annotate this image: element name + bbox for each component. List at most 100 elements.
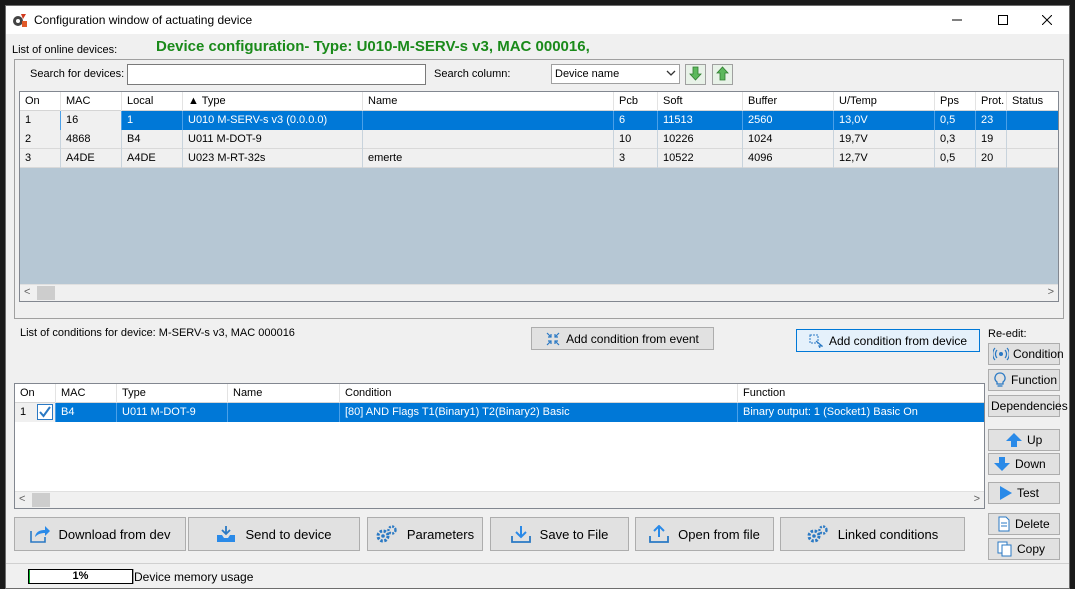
devices-horizontal-scrollbar[interactable]: < > (20, 284, 1058, 301)
edit-function-button[interactable]: Function (988, 369, 1060, 391)
search-column-label: Search column: (434, 68, 511, 80)
edit-condition-button[interactable]: Condition (988, 343, 1064, 365)
conditions-grid-header: On MAC Type Name Condition Function (15, 384, 984, 403)
dependencies-button[interactable]: Dependencies (988, 395, 1068, 417)
cell-on: 1 (15, 403, 56, 422)
column-header[interactable]: Pcb (614, 92, 658, 111)
checkbox-checked-icon[interactable] (37, 404, 53, 422)
column-header[interactable]: Soft (658, 92, 743, 111)
memory-usage-label: Device memory usage (134, 570, 254, 584)
search-label: Search for devices: (30, 68, 125, 80)
linked-conditions-button[interactable]: Linked conditions (780, 517, 965, 551)
scroll-left-icon[interactable]: < (24, 286, 30, 298)
config-window: Configuration window of actuating device… (5, 5, 1070, 589)
cell-utemp: 19,7V (834, 130, 935, 149)
dependencies-label: Dependencies (991, 399, 1068, 413)
copy-icon (997, 541, 1013, 557)
column-header[interactable]: Function (738, 384, 984, 403)
cell-utemp: 13,0V (834, 111, 935, 130)
column-header[interactable]: On (20, 92, 61, 111)
column-header[interactable]: Type (117, 384, 228, 403)
scroll-thumb[interactable] (32, 493, 50, 507)
column-header[interactable]: Status (1007, 92, 1058, 111)
conditions-horizontal-scrollbar[interactable]: < > (15, 491, 984, 508)
column-header[interactable]: ▲ Type (183, 92, 363, 111)
column-header[interactable]: MAC (56, 384, 117, 403)
copy-button[interactable]: Copy (988, 538, 1060, 560)
cell-mac: 4868 (61, 130, 122, 149)
close-button[interactable] (1024, 6, 1070, 34)
column-header[interactable]: On (15, 384, 56, 403)
column-header[interactable]: Buffer (743, 92, 834, 111)
window-title: Configuration window of actuating device (34, 13, 253, 27)
cell-prot: 19 (976, 130, 1007, 149)
scroll-right-icon[interactable]: > (1048, 286, 1054, 298)
delete-button[interactable]: Delete (988, 513, 1060, 535)
column-header[interactable]: Local (122, 92, 183, 111)
cell-status (1007, 149, 1058, 168)
open-from-file-button[interactable]: Open from file (635, 517, 774, 551)
column-header[interactable]: U/Temp (834, 92, 935, 111)
upload-tray-icon (649, 525, 670, 543)
table-row[interactable]: 1 16 1 U010 M-SERV-s v3 (0.0.0.0) 6 1151… (20, 111, 1058, 130)
save-to-file-button[interactable]: Save to File (490, 517, 629, 551)
cell-pcb: 6 (614, 111, 658, 130)
cell-local: A4DE (122, 149, 183, 168)
lightbulb-icon (993, 372, 1007, 388)
copy-label: Copy (1017, 542, 1046, 556)
search-input[interactable] (127, 64, 426, 85)
title-bar: Configuration window of actuating device (6, 6, 1069, 34)
cell-utemp: 12,7V (834, 149, 935, 168)
column-header[interactable]: Pps (935, 92, 976, 111)
cell-on-value: 1 (20, 406, 27, 418)
maximize-button[interactable] (980, 6, 1026, 34)
add-condition-from-device-label: Add condition from device (828, 333, 968, 348)
cell-on: 1 (20, 111, 61, 130)
cell-local: 1 (122, 111, 183, 130)
add-condition-from-device-button[interactable]: Add condition from device (796, 329, 980, 352)
parameters-button[interactable]: Parameters (367, 517, 483, 551)
test-button[interactable]: Test (988, 482, 1060, 504)
minimize-button[interactable] (934, 6, 980, 34)
play-icon (999, 485, 1013, 501)
search-column-select[interactable]: Device name (551, 64, 680, 84)
scroll-thumb[interactable] (37, 286, 55, 300)
table-row[interactable]: 1 B4 U011 M-DOT-9 [80] AND Flags T1(Bina… (15, 403, 984, 422)
arrow-down-icon (993, 456, 1011, 472)
column-header[interactable]: Prot. (976, 92, 1007, 111)
table-row[interactable]: 2 4868 B4 U011 M-DOT-9 10 10226 1024 19,… (20, 130, 1058, 149)
table-row[interactable]: 3 A4DE A4DE U023 M-RT-32s emerte 3 10522… (20, 149, 1058, 168)
move-down-button[interactable]: Down (988, 453, 1060, 475)
add-condition-from-event-button[interactable]: Add condition from event (531, 327, 714, 350)
status-bar: 1% Device memory usage (6, 563, 1069, 588)
save-to-file-label: Save to File (539, 526, 609, 542)
arrow-down-icon (689, 66, 702, 84)
column-header[interactable]: Name (228, 384, 340, 403)
sort-up-button[interactable] (712, 64, 733, 85)
cell-mac: A4DE (61, 149, 122, 168)
scroll-right-icon[interactable]: > (974, 493, 980, 505)
cell-buffer: 4096 (743, 149, 834, 168)
send-to-device-button[interactable]: Send to device (188, 517, 360, 551)
cell-prot: 23 (976, 111, 1007, 130)
signal-waves-icon (993, 346, 1009, 362)
inbox-tray-icon (216, 525, 236, 543)
conditions-grid: On MAC Type Name Condition Function 1 B4… (14, 383, 985, 509)
cell-status (1007, 130, 1058, 149)
scroll-left-icon[interactable]: < (19, 493, 25, 505)
sort-down-button[interactable] (685, 64, 706, 85)
linked-conditions-label: Linked conditions (837, 526, 939, 542)
column-header[interactable]: MAC (61, 92, 122, 111)
cell-status (1007, 111, 1058, 130)
download-from-device-button[interactable]: Download from dev (14, 517, 186, 551)
move-up-label: Up (1027, 433, 1043, 447)
column-header[interactable]: Name (363, 92, 614, 111)
move-up-button[interactable]: Up (988, 429, 1060, 451)
memory-usage-progress: 1% (28, 569, 133, 584)
cell-pcb: 3 (614, 149, 658, 168)
column-header[interactable]: Condition (340, 384, 738, 403)
test-label: Test (1017, 486, 1040, 500)
document-delete-icon (997, 516, 1011, 532)
cell-mac: 16 (61, 111, 122, 130)
export-arrow-icon (29, 525, 50, 543)
